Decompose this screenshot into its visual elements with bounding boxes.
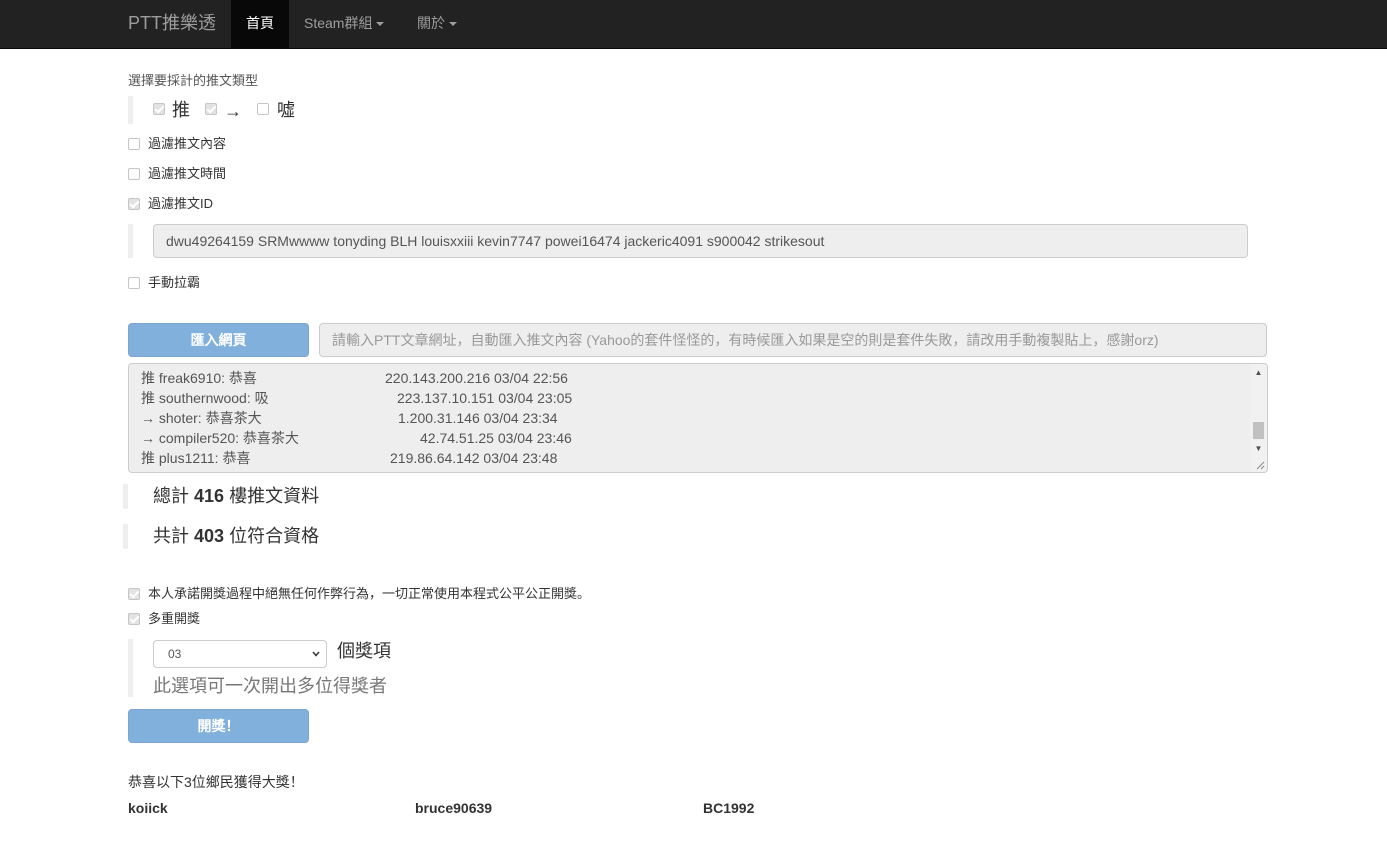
pledge-checkbox[interactable] xyxy=(128,588,140,600)
textarea-scrollbar[interactable]: ▲ ▼ xyxy=(1250,364,1267,472)
push-line-text: 推 plus1211: 恭喜 xyxy=(141,450,251,466)
push-line-text: 推 freak6910: 恭喜 xyxy=(141,370,257,386)
chevron-down-icon xyxy=(312,651,320,657)
pledge-label: 本人承諾開獎過程中絕無任何作弊行為，一切正常使用本程式公平公正開獎。 xyxy=(148,586,591,601)
stats-eligible-prefix: 共計 xyxy=(153,526,189,546)
caret-down-icon xyxy=(449,22,457,27)
push-line-meta: 223.137.10.151 03/04 23:05 xyxy=(397,390,573,406)
nav-home-label: 首頁 xyxy=(246,15,274,31)
stats-eligible: 共計 403 位符合資格 xyxy=(153,525,319,547)
push-type-push-label: 推 xyxy=(172,100,190,120)
filter-id-input[interactable]: dwu49264159 SRMwwww tonyding BLH louisxx… xyxy=(153,224,1248,258)
push-line-text: → shoter: 恭喜茶大 xyxy=(141,410,262,426)
scroll-down-arrow-icon[interactable]: ▼ xyxy=(1250,440,1267,457)
article-url-input[interactable]: 請輸入PTT文章網址，自動匯入推文內容 (Yahoo的套件怪怪的，有時候匯入如果… xyxy=(319,323,1267,357)
stats-total-count: 416 xyxy=(194,486,225,506)
push-line-meta: 220.143.200.216 03/04 22:56 xyxy=(385,370,568,386)
multi-draw-label: 多重開獎 xyxy=(148,611,201,626)
push-type-arrow-label: → xyxy=(224,101,242,121)
navbar: PTT推樂透 首頁 Steam群組 關於 xyxy=(0,0,1387,49)
manual-slot-checkbox[interactable] xyxy=(128,277,140,289)
import-page-button[interactable]: 匯入網頁 xyxy=(128,323,309,357)
nav-about-label: 關於 xyxy=(417,15,445,31)
push-type-heading: 選擇要採計的推文類型 xyxy=(128,73,259,88)
push-type-boo-checkbox[interactable] xyxy=(257,103,269,115)
push-line-meta: 219.86.64.142 03/04 23:48 xyxy=(390,450,558,466)
multi-draw-checkbox[interactable] xyxy=(128,613,140,625)
push-line-meta: 1.200.31.146 03/04 23:34 xyxy=(398,410,558,426)
filter-content-label: 過濾推文內容 xyxy=(148,136,227,151)
filter-content-checkbox[interactable] xyxy=(128,138,140,150)
filter-id-checkbox[interactable] xyxy=(128,198,140,210)
winner-name: bruce90639 xyxy=(415,800,493,816)
winner-name: koiick xyxy=(128,800,168,816)
push-line-text: → compiler520: 恭喜茶大 xyxy=(141,430,299,446)
nav-steam-label: Steam群組 xyxy=(304,15,373,31)
prize-suffix-label: 個獎項 xyxy=(337,641,391,661)
filter-id-bar xyxy=(128,224,133,258)
push-content-textarea[interactable]: 推 freak6910: 恭喜 220.143.200.216 03/04 22… xyxy=(128,363,1268,473)
draw-button[interactable]: 開獎！ xyxy=(128,709,309,743)
filter-time-checkbox[interactable] xyxy=(128,168,140,180)
push-type-boo-label: 噓 xyxy=(277,100,295,120)
resize-grip-icon[interactable] xyxy=(1256,461,1265,470)
push-type-push-checkbox[interactable] xyxy=(153,103,165,115)
filter-id-label: 過濾推文ID xyxy=(148,196,214,211)
scroll-up-arrow-icon[interactable]: ▲ xyxy=(1250,364,1267,381)
manual-slot-label: 手動拉霸 xyxy=(148,275,201,290)
multi-draw-bar xyxy=(128,639,133,697)
stats-total-suffix: 樓推文資料 xyxy=(229,486,320,506)
push-type-arrow-checkbox[interactable] xyxy=(205,103,217,115)
filter-time-label: 過濾推文時間 xyxy=(148,166,227,181)
nav-home[interactable]: 首頁 xyxy=(231,0,289,48)
stats-total-bar xyxy=(123,484,128,509)
multi-draw-hint: 此選項可一次開出多位得獎者 xyxy=(153,676,387,696)
push-line-text: 推 southernwood: 吸 xyxy=(141,390,269,406)
prize-count-value: 03 xyxy=(168,647,182,661)
nav-steam-group[interactable]: Steam群組 xyxy=(289,0,399,48)
scrollbar-thumb[interactable] xyxy=(1253,422,1264,439)
winner-name: BC1992 xyxy=(703,800,755,816)
result-heading: 恭喜以下3位鄉民獲得大獎！ xyxy=(128,774,304,790)
stats-eligible-count: 403 xyxy=(194,526,225,546)
stats-total-prefix: 總計 xyxy=(153,486,189,506)
caret-down-icon xyxy=(376,22,385,27)
push-line-meta: 42.74.51.25 03/04 23:46 xyxy=(420,430,572,446)
stats-total: 總計 416 樓推文資料 xyxy=(153,485,319,507)
prize-count-select[interactable]: 03 xyxy=(153,640,327,668)
stats-eligible-suffix: 位符合資格 xyxy=(229,526,320,546)
stats-eligible-bar xyxy=(123,524,128,549)
nav-about[interactable]: 關於 xyxy=(402,0,472,48)
brand-logo[interactable]: PTT推樂透 xyxy=(128,12,216,34)
push-type-bar xyxy=(128,96,133,124)
